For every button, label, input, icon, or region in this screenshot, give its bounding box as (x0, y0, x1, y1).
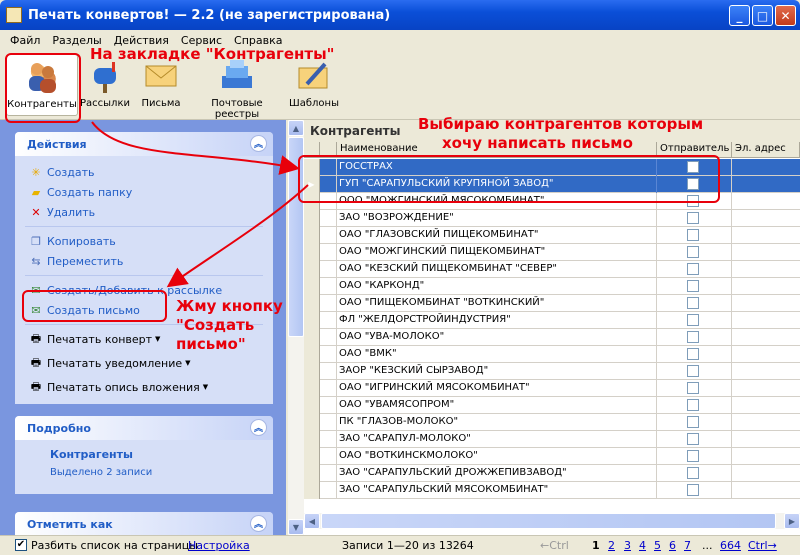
arrow-tab-to-rows (91, 121, 300, 175)
arrow-rows-to-button (166, 184, 309, 288)
annotation-arrows (91, 121, 309, 288)
